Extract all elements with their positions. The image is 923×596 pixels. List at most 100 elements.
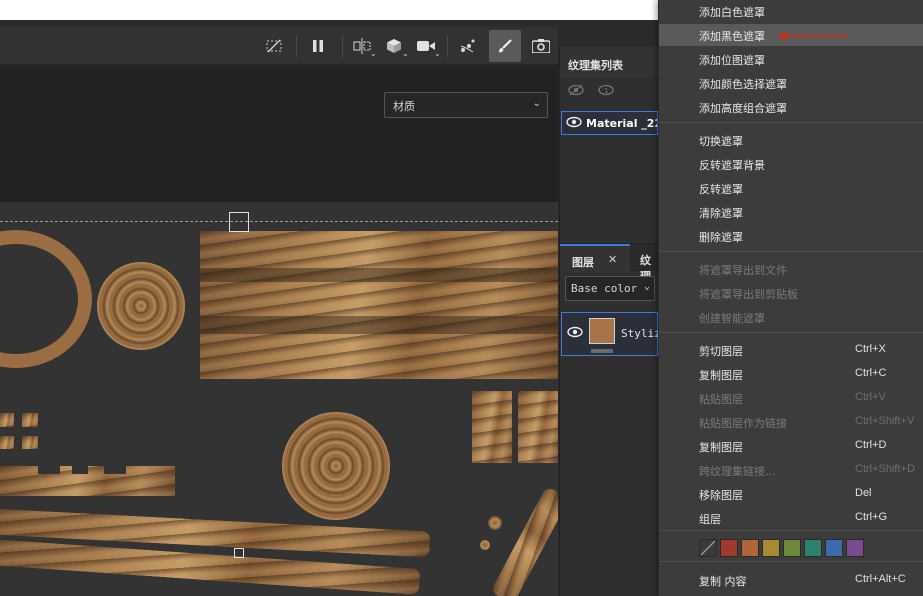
menu-item-shortcut: Del [855, 487, 872, 499]
transform-handle[interactable] [229, 212, 249, 232]
tab-layers[interactable]: 图层 ✕ [560, 244, 630, 272]
menu-item-label: 将遮罩导出到文件 [699, 264, 787, 277]
menu-item[interactable]: 复制 内容 Ctrl+Alt+C [659, 569, 923, 591]
menu-item: 将遮罩导出到文件 [659, 258, 923, 280]
viewport-3d[interactable] [0, 66, 558, 202]
no-color-swatch[interactable] [699, 539, 717, 557]
menu-item-label: 反转遮罩背景 [699, 159, 765, 172]
particles-icon[interactable] [454, 33, 482, 59]
menu-item[interactable]: 添加高度组合遮罩 [659, 96, 923, 118]
color-swatch[interactable] [783, 539, 801, 557]
menu-item: 创建智能遮罩 [659, 306, 923, 328]
menu-separator [659, 122, 923, 123]
uv-boundary-line [0, 221, 558, 222]
menu-item[interactable]: 剪切图层 Ctrl+X [659, 339, 923, 361]
layers-tabbar: 图层 ✕ 纹理 [560, 243, 658, 283]
menu-item-shortcut: Ctrl+V [855, 391, 886, 403]
solo-icon[interactable]: 1 [598, 84, 614, 99]
texture-set-item[interactable]: Material _22 [561, 111, 658, 135]
layer-thumbnail [589, 318, 615, 344]
menu-item-shortcut: Ctrl+D [855, 439, 887, 451]
menu-separator [659, 332, 923, 333]
tab-layers-label: 图层 [572, 256, 594, 269]
uv-island-disc [97, 262, 185, 350]
menu-item: 粘贴图层作为链接 Ctrl+Shift+V [659, 411, 923, 433]
color-swatch[interactable] [720, 539, 738, 557]
chevron-down-icon[interactable]: ⌄ [402, 49, 409, 58]
channel-select[interactable]: Base color ⌄ [565, 276, 655, 301]
menu-item-label: 创建智能遮罩 [699, 312, 765, 325]
color-swatch[interactable] [846, 539, 864, 557]
svg-text:1: 1 [604, 87, 608, 95]
close-icon[interactable]: ✕ [608, 253, 617, 266]
menu-item-label: 清除遮罩 [699, 207, 743, 220]
layer-item[interactable]: Stylize [561, 312, 667, 356]
menu-item-label: 删除遮罩 [699, 231, 743, 244]
menu-item[interactable]: 添加颜色选择遮罩 [659, 72, 923, 94]
texture-set-panel: 纹理集列表 1 Material _22 图层 ✕ 纹理 Base color … [559, 47, 667, 596]
color-swatch[interactable] [825, 539, 843, 557]
menu-item-label: 切换遮罩 [699, 135, 743, 148]
menu-item-label: 跨纹理集链接... [699, 465, 776, 478]
brush-icon[interactable] [489, 30, 521, 62]
material-select[interactable]: 材质 ⌄ [384, 92, 548, 118]
pause-icon[interactable] [304, 33, 332, 59]
menu-item-label: 复制图层 [699, 369, 743, 382]
screenshot-icon[interactable] [527, 33, 555, 59]
menu-item-shortcut: Ctrl+Alt+C [855, 573, 906, 585]
hide-icon[interactable] [260, 33, 288, 59]
menu-item-label: 添加位图遮罩 [699, 54, 765, 67]
menu-item-label: 添加颜色选择遮罩 [699, 78, 787, 91]
uv-island [200, 231, 558, 379]
menu-item-shortcut: Ctrl+G [855, 511, 888, 523]
color-swatch[interactable] [804, 539, 822, 557]
chevron-down-icon[interactable]: ⌄ [370, 49, 377, 58]
menu-item[interactable]: 移除图层 Del [659, 483, 923, 505]
menu-item-label: 反转遮罩 [699, 183, 743, 196]
menu-item: 将遮罩导出到剪贴板 [659, 282, 923, 304]
menu-item[interactable]: 添加白色遮罩 [659, 0, 923, 22]
menu-item[interactable]: 删除遮罩 [659, 225, 923, 247]
menu-item-shortcut: Ctrl+C [855, 367, 887, 379]
material-select-value: 材质 [393, 100, 415, 113]
uv-island [472, 391, 512, 463]
panel-icon-row: 1 [560, 80, 658, 104]
uv-island-ring [0, 230, 92, 368]
menu-item[interactable]: 复制图层 Ctrl+C [659, 363, 923, 385]
color-swatch[interactable] [762, 539, 780, 557]
menu-item-label: 添加白色遮罩 [699, 6, 765, 19]
menu-item-shortcut: Ctrl+Shift+D [855, 463, 915, 475]
annotation-arrow-head [777, 31, 787, 41]
uv-island-strip [490, 485, 558, 596]
channel-select-value: Base color [571, 282, 638, 295]
menu-item-label: 组层 [699, 513, 721, 526]
menu-item[interactable]: 组层 Ctrl+G [659, 507, 923, 529]
menu-separator [659, 251, 923, 252]
color-swatch[interactable] [741, 539, 759, 557]
menu-item[interactable]: 复制图层 Ctrl+D [659, 435, 923, 457]
eye-icon[interactable] [566, 116, 582, 131]
eye-icon[interactable] [567, 326, 583, 341]
transform-handle[interactable] [234, 548, 244, 558]
tab-texture[interactable]: 纹理 [630, 244, 658, 283]
menu-item[interactable]: 反转遮罩 [659, 177, 923, 199]
menu-item: 粘贴图层 Ctrl+V [659, 387, 923, 409]
visibility-icon[interactable] [568, 84, 584, 99]
menu-item[interactable]: 反转遮罩背景 [659, 153, 923, 175]
menu-item[interactable]: 清除遮罩 [659, 201, 923, 223]
menu-separator [659, 561, 923, 562]
menu-item-label: 移除图层 [699, 489, 743, 502]
menu-item[interactable]: 切换遮罩 [659, 129, 923, 151]
uv-island [518, 391, 558, 463]
menu-item-label: 将遮罩导出到剪贴板 [699, 288, 798, 301]
context-menu: 添加白色遮罩 添加黑色遮罩 添加位图遮罩 添加颜色选择遮罩 添加高度组合遮罩 切换遮罩 反转… [658, 0, 923, 596]
menu-item-label: 复制 内容 [699, 575, 747, 588]
mask-thumbnail-bar [591, 349, 613, 353]
menu-item-label: 剪切图层 [699, 345, 743, 358]
menu-item-label: 粘贴图层作为链接 [699, 417, 787, 430]
uv-texture-view[interactable] [0, 202, 558, 596]
chevron-down-icon: ⌄ [532, 98, 541, 109]
chevron-down-icon[interactable]: ⌄ [434, 49, 441, 58]
menu-item[interactable]: 添加位图遮罩 [659, 48, 923, 70]
menu-item-label: 添加高度组合遮罩 [699, 102, 787, 115]
